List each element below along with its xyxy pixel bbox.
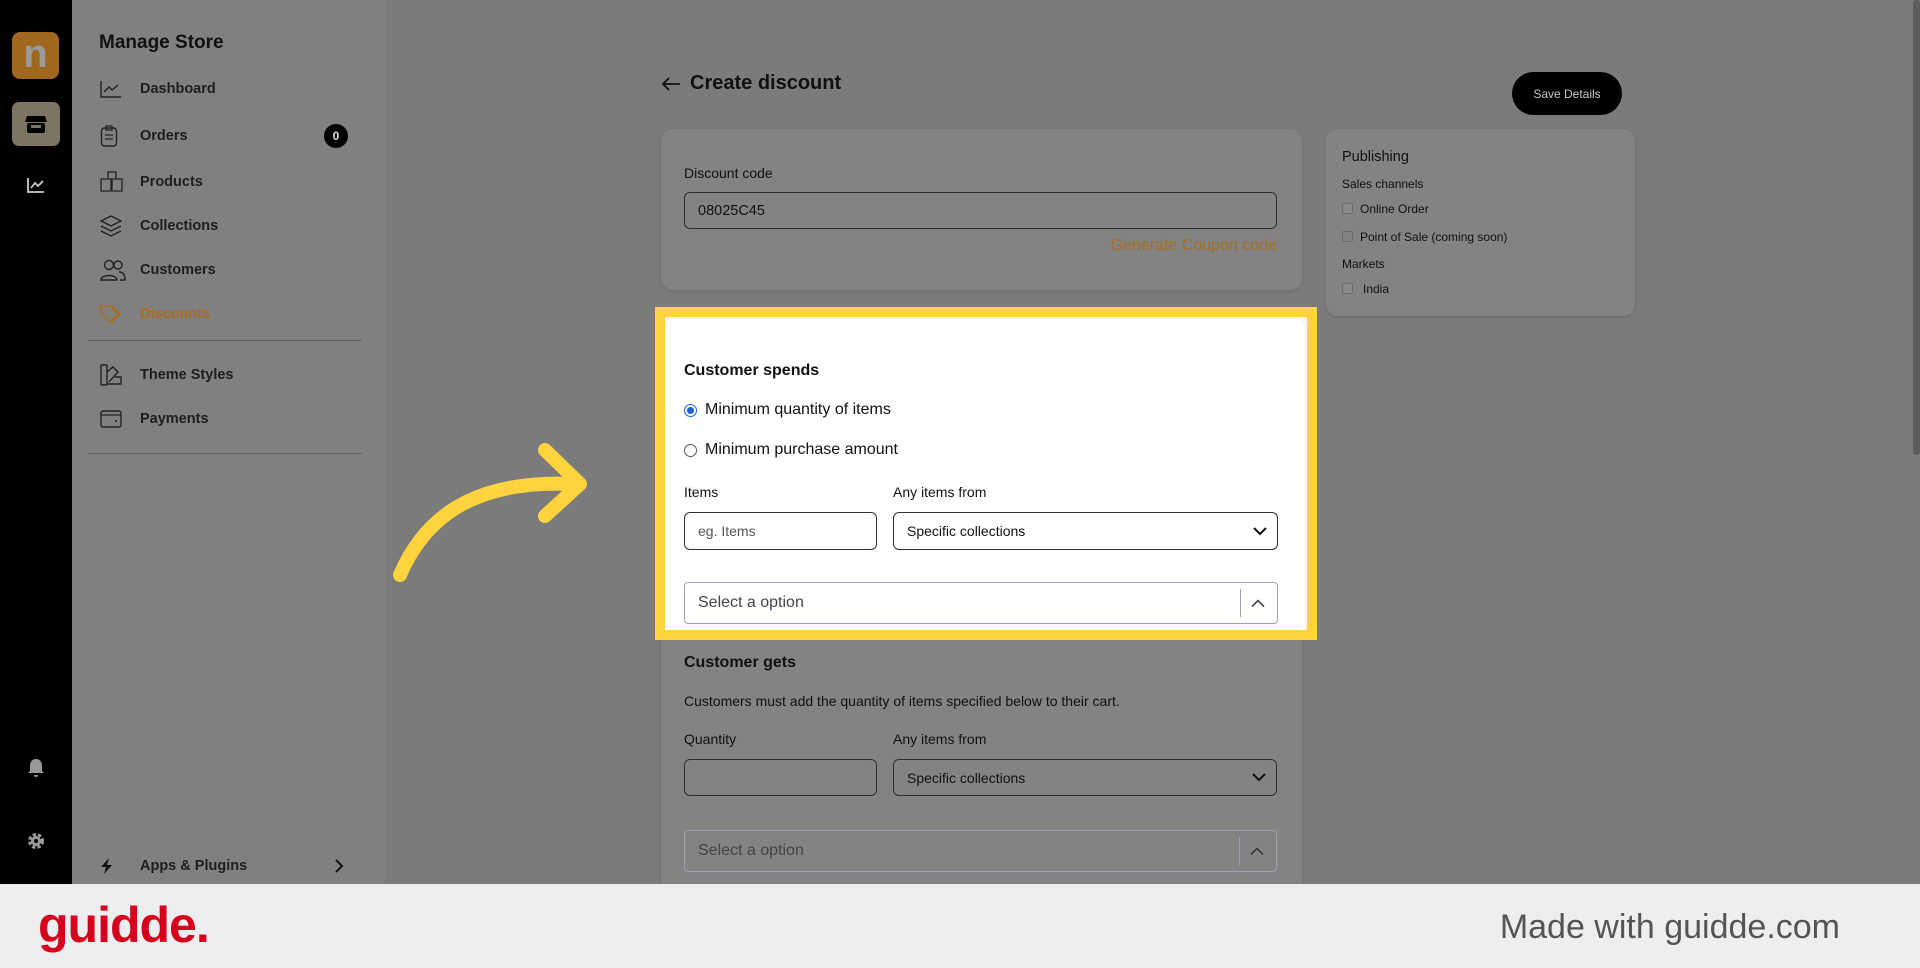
boxes-icon [100,171,140,193]
customer-gets-title: Customer gets [684,654,797,671]
guidde-logo: guidde. [38,897,210,953]
users-icon [100,259,140,281]
publishing-title: Publishing [1342,149,1409,165]
highlight-frame: Customer spends Minimum quantity of item… [655,307,1317,640]
swatch-icon [100,364,140,386]
spends-option-select[interactable]: Select a option [684,582,1278,624]
pointer-arrow-icon [393,443,587,582]
pos-checkbox[interactable]: Point of Sale (coming soon) [1342,230,1507,244]
save-details-button[interactable]: Save Details [1512,72,1622,115]
select-placeholder: Select a option [698,842,804,859]
any-items-from-label: Any items from [893,484,987,500]
gear-icon[interactable] [26,831,46,851]
markets-label: Markets [1342,257,1385,271]
sidebar-item-orders[interactable]: Orders 0 [100,124,350,148]
apps-plugins-label: Apps & Plugins [140,858,248,874]
discount-code-label: Discount code [684,165,773,181]
any-items-from-label: Any items from [893,731,987,747]
sidebar-item-collections[interactable]: Collections [100,214,350,238]
sidebar-title: Manage Store [99,32,224,53]
bolt-icon [100,857,140,875]
discount-code-input[interactable]: 08025C45 [684,192,1277,229]
sidebar-item-label: Discounts [140,306,211,322]
sidebar-item-label: Dashboard [140,81,216,97]
quantity-label: Quantity [684,731,737,747]
customer-gets-card: Customer gets Customers must add the qua… [661,630,1302,900]
layers-icon [100,215,140,237]
select-value: Specific collections [907,769,1026,786]
sidebar-item-label: Collections [140,218,219,234]
gets-option-select[interactable]: Select a option [684,830,1277,872]
chevron-down-icon [1253,526,1267,535]
orders-count-badge: 0 [324,124,348,148]
radio-label: Minimum purchase amount [705,441,898,458]
select-placeholder: Select a option [698,594,804,611]
chevron-down-icon [1252,773,1266,782]
chart-line-icon [100,80,140,98]
wallet-icon [100,410,140,428]
india-label: India [1363,282,1390,296]
sidebar-item-label: Customers [140,262,216,278]
customer-gets-description: Customers must add the quantity of items… [684,693,1120,709]
online-order-label: Online Order [1360,202,1429,216]
customer-spends-card: Customer spends Minimum quantity of item… [665,319,1305,630]
store-icon[interactable] [12,102,60,146]
quantity-input[interactable] [684,759,877,796]
sidebar-item-label: Theme Styles [140,367,234,383]
sales-channels-label: Sales channels [1342,177,1424,191]
items-label: Items [684,484,719,500]
select-value: Specific collections [907,523,1026,539]
items-input[interactable]: eg. Items [684,512,877,550]
publishing-card: Publishing Sales channels Online Order P… [1326,129,1635,316]
spends-collection-select[interactable]: Specific collections [893,512,1278,550]
radio-min-purchase[interactable]: Minimum purchase amount [684,441,898,459]
checkbox-checked[interactable] [1342,283,1353,294]
customer-spends-title: Customer spends [684,362,820,379]
app-rail: n [0,0,72,884]
sidebar-item-dashboard[interactable]: Dashboard [100,77,350,101]
sidebar-item-customers[interactable]: Customers [100,258,350,282]
checkbox-checked[interactable] [1342,203,1353,214]
sidebar-divider [88,453,362,454]
radio-unselected[interactable] [684,443,697,457]
sidebar-item-label: Orders [140,128,188,144]
clipboard-icon [100,125,140,147]
made-with-text: Made with guidde.com [1499,908,1840,946]
pos-label: Point of Sale (coming soon) [1360,230,1508,244]
chevron-up-icon [1251,599,1265,608]
sidebar-item-discounts[interactable]: Discounts [100,302,350,326]
radio-min-quantity[interactable]: Minimum quantity of items [684,401,891,419]
india-checkbox[interactable]: India [1342,282,1389,296]
bell-icon[interactable] [27,758,45,778]
chart-icon[interactable] [27,177,45,193]
online-order-checkbox[interactable]: Online Order [1342,202,1429,216]
sidebar-item-products[interactable]: Products [100,170,350,194]
discount-code-card: Discount code 08025C45 Generate Coupon c… [661,129,1302,290]
radio-label: Minimum quantity of items [705,401,891,418]
generate-coupon-link[interactable]: Generate Coupon code [1111,237,1277,255]
radio-selected[interactable] [684,403,697,417]
app-logo[interactable]: n [12,32,59,79]
page-title-text: Create discount [690,72,842,94]
back-arrow-icon[interactable] [661,76,681,92]
sidebar-item-theme-styles[interactable]: Theme Styles [100,363,350,387]
chevron-up-icon [1250,847,1264,856]
chevron-right-icon [335,859,344,873]
checkbox-unchecked[interactable] [1342,231,1353,242]
apps-plugins-link[interactable]: Apps & Plugins [100,854,350,878]
sidebar-item-payments[interactable]: Payments [100,407,350,431]
scrollbar-thumb[interactable] [1913,0,1920,455]
sidebar-item-label: Payments [140,411,209,427]
sidebar-divider [88,340,362,341]
gets-collection-select[interactable]: Specific collections [893,759,1277,796]
footer-bar: guidde. Made with guidde.com [0,884,1920,968]
page-title: Create discount [661,72,841,95]
sidebar-item-label: Products [140,174,203,190]
tag-icon [100,304,140,324]
